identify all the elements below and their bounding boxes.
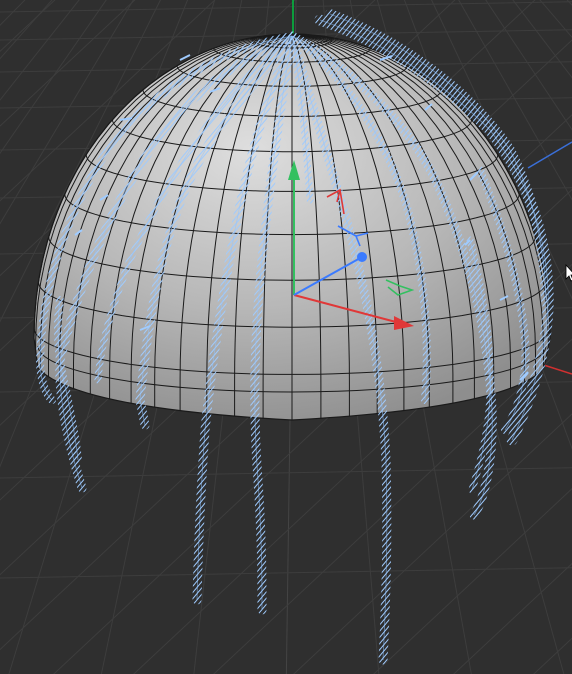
- world-axis-z-line: [527, 141, 572, 169]
- scene-canvas[interactable]: [0, 0, 572, 674]
- viewport-3d[interactable]: [0, 0, 572, 674]
- gizmo-z-handle-icon[interactable]: [357, 252, 367, 262]
- arrow-cursor-icon: [565, 264, 572, 282]
- grid-line: [0, 1, 572, 13]
